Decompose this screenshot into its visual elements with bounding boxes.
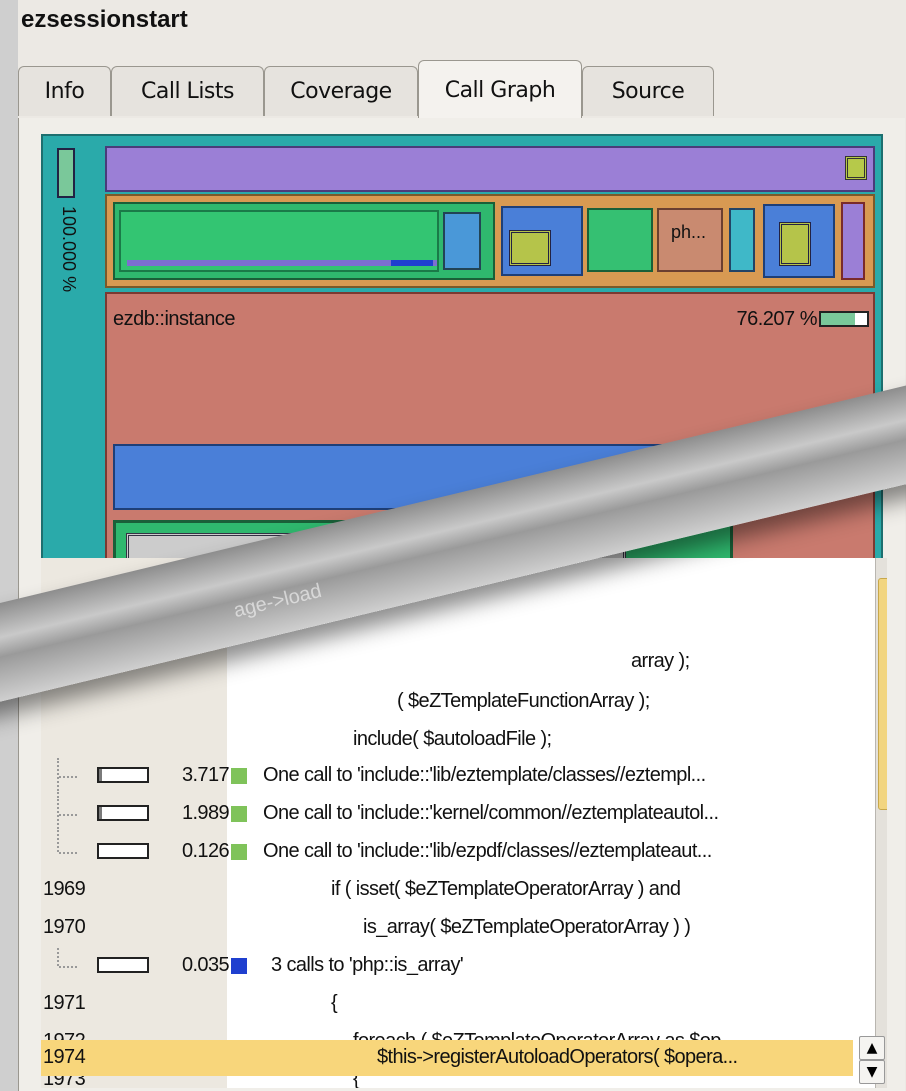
call-color-swatch	[231, 844, 247, 860]
root-cost-percent: 100.000 %	[59, 206, 79, 293]
treemap-subblock-blue[interactable]	[391, 260, 433, 266]
arrow-down-icon: ▼	[866, 1064, 878, 1080]
call-cost: 0.126	[181, 840, 230, 862]
treemap-block-php[interactable]: ph...	[657, 208, 723, 272]
call-text: One call to 'include::'lib/eztemplate/cl…	[263, 764, 706, 786]
tree-connector	[57, 948, 79, 968]
tree-connector	[57, 834, 79, 854]
arrow-up-icon: ▲	[866, 1040, 878, 1056]
call-color-swatch	[231, 958, 247, 974]
source-line[interactable]: 1970 is_array( $eZTemplateOperatorArray …	[41, 910, 861, 946]
treemap-subblock-stack[interactable]	[779, 222, 811, 266]
tree-connector	[57, 758, 79, 794]
source-text: is_array( $eZTemplateOperatorArray ) )	[363, 916, 691, 938]
tab-bar: Info Call Lists Coverage Call Graph Sour…	[18, 60, 906, 120]
source-line[interactable]: ( $eZTemplateFunctionArray );	[41, 684, 861, 720]
treemap-block-top[interactable]	[105, 146, 875, 192]
cost-bar	[97, 767, 149, 783]
source-line[interactable]: include( $autoloadFile );	[41, 722, 861, 758]
source-text: $this->registerAutoloadOperators( $opera…	[377, 1046, 738, 1068]
call-text: One call to 'include::'lib/ezpdf/classes…	[263, 840, 712, 862]
source-text: include( $autoloadFile );	[353, 728, 552, 750]
source-line-current[interactable]: 1974 $this->registerAutoloadOperators( $…	[41, 1040, 853, 1076]
call-cost: 1.989	[181, 802, 230, 824]
left-margin	[0, 0, 18, 1091]
treemap-block-green-large[interactable]	[113, 202, 495, 280]
source-text: array );	[631, 650, 690, 672]
source-line[interactable]: 1971 {	[41, 986, 861, 1022]
treemap-block-thin[interactable]	[729, 208, 755, 272]
tab-coverage[interactable]: Coverage	[264, 66, 418, 116]
call-color-swatch	[231, 806, 247, 822]
cost-bar	[97, 805, 149, 821]
call-text: One call to 'include::'kernel/common//ez…	[263, 802, 719, 824]
source-scrollbar[interactable]	[875, 558, 887, 1088]
ezdb-cost-bar	[819, 311, 869, 327]
call-row[interactable]: 0.126 One call to 'include::'lib/ezpdf/c…	[41, 834, 861, 870]
window-title: ezsessionstart	[21, 6, 188, 33]
line-number: 1974	[43, 1046, 86, 1068]
source-text: {	[331, 992, 338, 1014]
scrollbar-thumb[interactable]	[878, 578, 887, 810]
treemap-block-row2[interactable]: ph...	[105, 194, 875, 288]
source-text: ( $eZTemplateFunctionArray );	[397, 690, 650, 712]
call-row[interactable]: 1.989 One call to 'include::'kernel/comm…	[41, 796, 861, 832]
call-color-swatch	[231, 768, 247, 784]
line-number: 1969	[43, 878, 86, 900]
root-cost-bar	[57, 148, 75, 198]
treemap-subblock[interactable]	[845, 156, 867, 180]
ezdb-percent: 76.207 %	[736, 308, 817, 330]
scroll-up-button[interactable]: ▲	[859, 1036, 885, 1060]
tab-info[interactable]: Info	[18, 66, 111, 116]
tree-connector	[57, 796, 79, 832]
scroll-down-button[interactable]: ▼	[859, 1060, 885, 1084]
treemap-block-narrow[interactable]	[841, 202, 865, 280]
tab-source[interactable]: Source	[582, 66, 714, 116]
treemap-block-blue[interactable]	[501, 206, 583, 276]
line-number: 1970	[43, 916, 86, 938]
treemap-subblock-cyan[interactable]	[443, 212, 481, 270]
treemap-block-stack[interactable]	[763, 204, 835, 278]
cost-bar	[97, 957, 149, 973]
tab-call-graph[interactable]: Call Graph	[418, 60, 582, 120]
profiler-window: ezsessionstart Info Call Lists Coverage …	[0, 0, 906, 1091]
cost-bar	[97, 843, 149, 859]
call-cost: 3.717	[181, 764, 230, 786]
ezdb-label: ezdb::instance	[113, 308, 235, 330]
call-row[interactable]: 0.035 3 calls to 'php::is_array'	[41, 948, 861, 984]
treemap-subblock-olive[interactable]	[509, 230, 551, 266]
line-number: 1971	[43, 992, 86, 1014]
tab-call-lists[interactable]: Call Lists	[111, 66, 264, 116]
call-cost: 0.035	[181, 954, 230, 976]
source-line[interactable]: 1969 if ( isset( $eZTemplateOperatorArra…	[41, 872, 861, 908]
call-text: 3 calls to 'php::is_array'	[271, 954, 464, 976]
source-text: if ( isset( $eZTemplateOperatorArray ) a…	[331, 878, 681, 900]
call-row[interactable]: 3.717 One call to 'include::'lib/eztempl…	[41, 758, 861, 794]
treemap-subblock-green[interactable]	[119, 210, 439, 272]
treemap-block-green-small[interactable]	[587, 208, 653, 272]
